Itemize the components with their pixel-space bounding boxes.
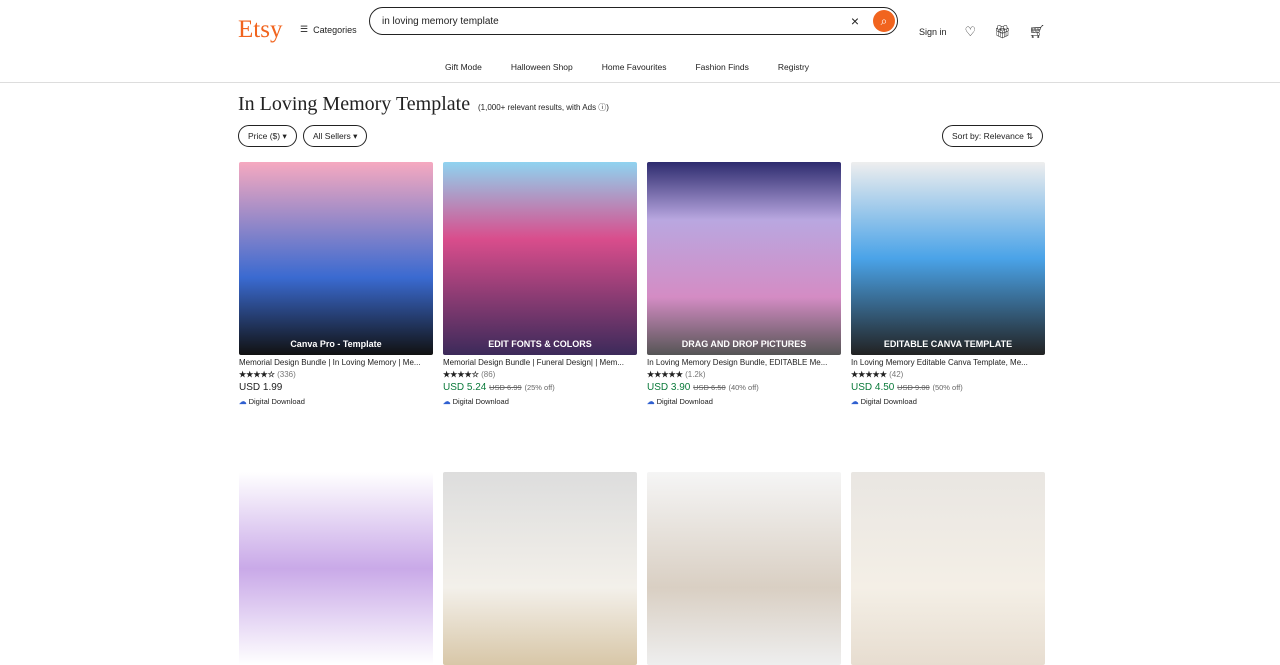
product-card[interactable]: [647, 472, 841, 665]
cloud-download-icon: ☁: [443, 397, 451, 406]
price: USD 4.50 USD 9.00 (50% off): [851, 382, 963, 393]
sellers-filter[interactable]: All Sellers ▾: [303, 125, 368, 147]
categories-button[interactable]: ☰ Categories: [300, 24, 357, 35]
stars-icon: ★★★★★: [647, 370, 683, 379]
nav-home[interactable]: Home Favourites: [602, 62, 667, 72]
product-image[interactable]: [647, 472, 841, 665]
etsy-logo[interactable]: Etsy: [238, 16, 282, 44]
delivery-info: ☁ Digital Download: [851, 397, 917, 406]
delivery-info: ☁ Digital Download: [647, 397, 713, 406]
result-count: (1,000+ relevant results, with Ads ⓘ): [478, 103, 609, 112]
product-card[interactable]: EDITABLE CANVA TEMPLATE In Loving Memory …: [851, 162, 1045, 406]
product-card[interactable]: Canva Pro - Template Memorial Design Bund…: [239, 162, 433, 406]
product-image[interactable]: Canva Pro - Template: [239, 162, 433, 355]
rating: ★★★★☆ (336): [239, 370, 296, 379]
product-card[interactable]: [851, 472, 1045, 665]
product-card[interactable]: DRAG AND DROP PICTURES In Loving Memory D…: [647, 162, 841, 406]
rating: ★★★★★ (1.2k): [647, 370, 706, 379]
rating: ★★★★☆ (86): [443, 370, 496, 379]
stars-icon: ★★★★☆: [239, 370, 275, 379]
nav-gift-mode[interactable]: Gift Mode: [445, 62, 482, 72]
product-title[interactable]: Memorial Design Bundle | In Loving Memor…: [239, 358, 433, 367]
cloud-download-icon: ☁: [239, 397, 247, 406]
nav-registry[interactable]: Registry: [778, 62, 809, 72]
product-title[interactable]: In Loving Memory Design Bundle, EDITABLE…: [647, 358, 841, 367]
search-input[interactable]: in loving memory template × ⌕: [369, 7, 898, 35]
site-header: Etsy ☰ Categories in loving memory templa…: [0, 0, 1280, 83]
product-card[interactable]: EDIT FONTS & COLORS Memorial Design Bundl…: [443, 162, 637, 406]
delivery-info: ☁ Digital Download: [239, 397, 305, 406]
product-image[interactable]: EDITABLE CANVA TEMPLATE: [851, 162, 1045, 355]
stars-icon: ★★★★★: [851, 370, 887, 379]
product-title[interactable]: In Loving Memory Editable Canva Template…: [851, 358, 1045, 367]
sign-in-link[interactable]: Sign in: [919, 27, 947, 37]
price: USD 3.90 USD 6.50 (40% off): [647, 382, 759, 393]
menu-icon: ☰: [300, 24, 309, 34]
search-icon[interactable]: ⌕: [873, 10, 895, 32]
product-card[interactable]: [239, 472, 433, 665]
sort-dropdown[interactable]: Sort by: Relevance ⇅: [942, 125, 1044, 147]
category-nav: Gift Mode Halloween Shop Home Favourites…: [445, 62, 809, 72]
product-image[interactable]: EDIT FONTS & COLORS: [443, 162, 637, 355]
cloud-download-icon: ☁: [647, 397, 655, 406]
gift-icon[interactable]: 🎁︎: [994, 24, 1011, 40]
price: USD 1.99: [239, 382, 283, 393]
product-image[interactable]: [851, 472, 1045, 665]
product-card[interactable]: [443, 472, 637, 665]
heart-icon[interactable]: ♡: [965, 24, 977, 40]
delivery-info: ☁ Digital Download: [443, 397, 509, 406]
price: USD 5.24 USD 6.99 (25% off): [443, 382, 555, 393]
basket-icon[interactable]: 🛒︎: [1029, 24, 1046, 40]
product-image[interactable]: [443, 472, 637, 665]
price-filter[interactable]: Price ($) ▾: [238, 125, 297, 147]
nav-fashion[interactable]: Fashion Finds: [695, 62, 748, 72]
product-image[interactable]: DRAG AND DROP PICTURES: [647, 162, 841, 355]
nav-halloween[interactable]: Halloween Shop: [511, 62, 573, 72]
product-image[interactable]: [239, 472, 433, 665]
rating: ★★★★★ (42): [851, 370, 904, 379]
cloud-download-icon: ☁: [851, 397, 859, 406]
product-grid: Canva Pro - Template Memorial Design Bund…: [239, 162, 1045, 665]
stars-icon: ★★★★☆: [443, 370, 479, 379]
clear-icon[interactable]: ×: [851, 13, 859, 29]
product-title[interactable]: Memorial Design Bundle | Funeral Design|…: [443, 358, 637, 367]
page-title: In Loving Memory Template: [238, 93, 471, 115]
